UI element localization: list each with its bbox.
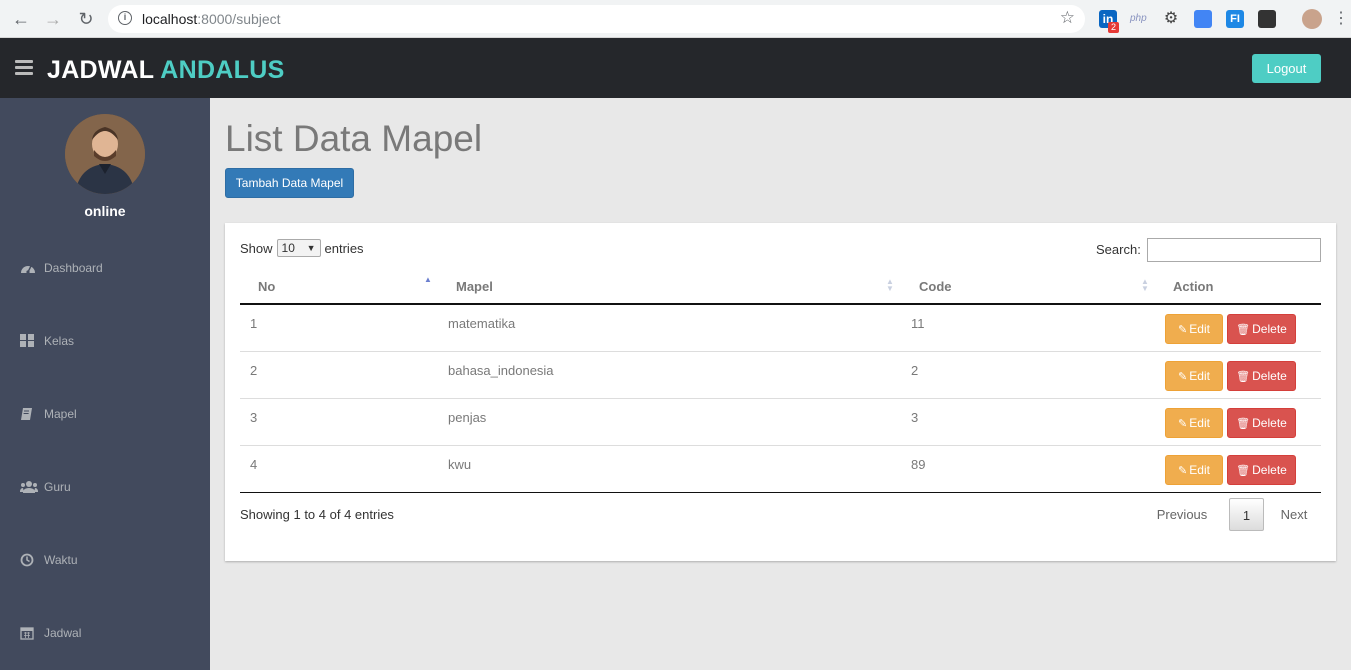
url-text[interactable]: localhost:8000/subject (142, 11, 281, 27)
pagination-page-1[interactable]: 1 (1229, 498, 1264, 531)
sidebar-item-mapel[interactable]: Mapel (20, 404, 77, 424)
sidebar-item-label: Jadwal (44, 626, 82, 640)
cell-no: 2 (250, 363, 258, 378)
dashboard-icon (20, 261, 36, 275)
user-status: online (84, 203, 126, 219)
edit-button[interactable]: ✎ Edit (1165, 455, 1223, 485)
cell-mapel: bahasa_indonesia (448, 363, 554, 378)
sort-asc-icon: ▲ (424, 275, 432, 284)
brand-accent: ANDALUS (160, 56, 285, 84)
brand-main: JADWAL (47, 56, 154, 84)
browser-toolbar: ← → ↻ i localhost:8000/subject ☆ in 2 ph… (0, 0, 1351, 38)
app-header: JADWAL ANDALUS Logout (0, 38, 1351, 98)
translate-extension-icon[interactable] (1194, 10, 1212, 28)
search-label: Search: (1096, 242, 1141, 257)
search-input[interactable] (1147, 238, 1321, 262)
trash-icon: 🗑 (1236, 465, 1251, 477)
table-row: 2 bahasa_indonesia 2 ✎ Edit 🗑 Delete (240, 352, 1321, 399)
pagination-next[interactable]: Next (1274, 498, 1314, 531)
address-bar[interactable]: i localhost:8000/subject ☆ (108, 5, 1085, 33)
clock-icon (20, 553, 36, 567)
column-header-action: Action (1173, 279, 1214, 294)
cell-mapel: penjas (448, 410, 487, 425)
calendar-icon (20, 626, 36, 640)
sidebar: online Dashboard Kelas Mapel Guru Waktu (0, 98, 210, 670)
caret-down-icon: ▼ (306, 243, 316, 253)
cell-mapel: kwu (448, 457, 472, 472)
show-label: Show (240, 240, 273, 256)
sort-both-icon: ▲ ▼ (1141, 277, 1149, 293)
sidebar-item-label: Mapel (44, 407, 77, 421)
mapel-table: No ▲ Mapel ▲ ▼ Code ▲ ▼ Action 1 matematik… (240, 268, 1321, 493)
brand-logo[interactable]: JADWAL ANDALUS (47, 56, 285, 85)
profile-avatar-icon[interactable] (1302, 9, 1322, 29)
trash-icon: 🗑 (1236, 418, 1251, 430)
browser-menu-icon[interactable]: ⋮ (1330, 8, 1351, 30)
cell-mapel: matematika (448, 316, 516, 331)
column-header-mapel[interactable]: Mapel (456, 279, 493, 294)
reload-icon[interactable]: ↻ (75, 8, 97, 30)
back-arrow-icon[interactable]: ← (10, 8, 32, 30)
page-length-control: Show 10 ▼ entries (240, 239, 364, 257)
sidebar-item-dashboard[interactable]: Dashboard (20, 258, 103, 278)
sidebar-item-label: Guru (44, 480, 71, 494)
site-info-icon[interactable]: i (118, 11, 132, 25)
column-header-no[interactable]: No (258, 279, 275, 294)
php-extension-icon[interactable]: php (1130, 10, 1148, 28)
pagination-previous[interactable]: Previous (1150, 498, 1214, 531)
cell-code: 11 (911, 316, 925, 331)
table-info: Showing 1 to 4 of 4 entries (240, 507, 394, 522)
sidebar-item-label: Waktu (44, 553, 78, 567)
table-row: 4 kwu 89 ✎ Edit 🗑 Delete (240, 446, 1321, 493)
delete-button[interactable]: 🗑 Delete (1227, 314, 1296, 344)
grid-icon (20, 334, 36, 348)
page-title: List Data Mapel (225, 118, 483, 159)
cell-no: 1 (250, 316, 258, 331)
cell-no: 4 (250, 457, 258, 472)
cell-code: 89 (911, 457, 926, 472)
edit-icon: ✎ (1178, 324, 1188, 336)
fi-extension-icon[interactable]: FI (1226, 10, 1244, 28)
data-table-panel: Show 10 ▼ entries Search: No ▲ Mapel ▲ ▼ C… (225, 223, 1336, 561)
sidebar-item-label: Dashboard (44, 261, 103, 275)
book-icon (20, 407, 36, 421)
gear-extension-icon[interactable]: ⚙ (1162, 10, 1180, 28)
edit-button[interactable]: ✎ Edit (1165, 361, 1223, 391)
table-header: No ▲ Mapel ▲ ▼ Code ▲ ▼ Action (240, 268, 1321, 305)
sidebar-item-label: Kelas (44, 334, 75, 348)
sidebar-item-waktu[interactable]: Waktu (20, 550, 78, 570)
avatar (65, 114, 145, 194)
hamburger-menu-icon[interactable] (15, 60, 33, 76)
logout-button[interactable]: Logout (1252, 54, 1321, 83)
sort-both-icon: ▲ ▼ (886, 277, 894, 293)
cell-code: 3 (911, 410, 919, 425)
edit-button[interactable]: ✎ Edit (1165, 408, 1223, 438)
delete-button[interactable]: 🗑 Delete (1227, 408, 1296, 438)
cell-no: 3 (250, 410, 258, 425)
extension-badge: 2 (1108, 22, 1120, 33)
edit-icon: ✎ (1178, 371, 1188, 383)
cell-code: 2 (911, 363, 919, 378)
table-row: 1 matematika 11 ✎ Edit 🗑 Delete (240, 305, 1321, 352)
sidebar-item-jadwal[interactable]: Jadwal (20, 623, 81, 643)
cube-extension-icon[interactable] (1258, 10, 1276, 28)
sidebar-item-guru[interactable]: Guru (20, 477, 71, 497)
entries-label: entries (324, 240, 364, 256)
edit-button[interactable]: ✎ Edit (1165, 314, 1223, 344)
delete-button[interactable]: 🗑 Delete (1227, 455, 1296, 485)
users-icon (20, 480, 38, 494)
trash-icon: 🗑 (1236, 371, 1251, 383)
page-length-select[interactable]: 10 ▼ (276, 239, 321, 257)
table-row: 3 penjas 3 ✎ Edit 🗑 Delete (240, 399, 1321, 446)
add-mapel-button[interactable]: Tambah Data Mapel (225, 168, 354, 198)
sidebar-item-kelas[interactable]: Kelas (20, 331, 74, 351)
trash-icon: 🗑 (1236, 324, 1251, 336)
edit-icon: ✎ (1178, 465, 1188, 477)
column-header-code[interactable]: Code (919, 279, 952, 294)
bookmark-star-icon[interactable]: ☆ (1060, 8, 1075, 28)
edit-icon: ✎ (1178, 418, 1188, 430)
forward-arrow-icon[interactable]: → (42, 8, 64, 30)
delete-button[interactable]: 🗑 Delete (1227, 361, 1296, 391)
